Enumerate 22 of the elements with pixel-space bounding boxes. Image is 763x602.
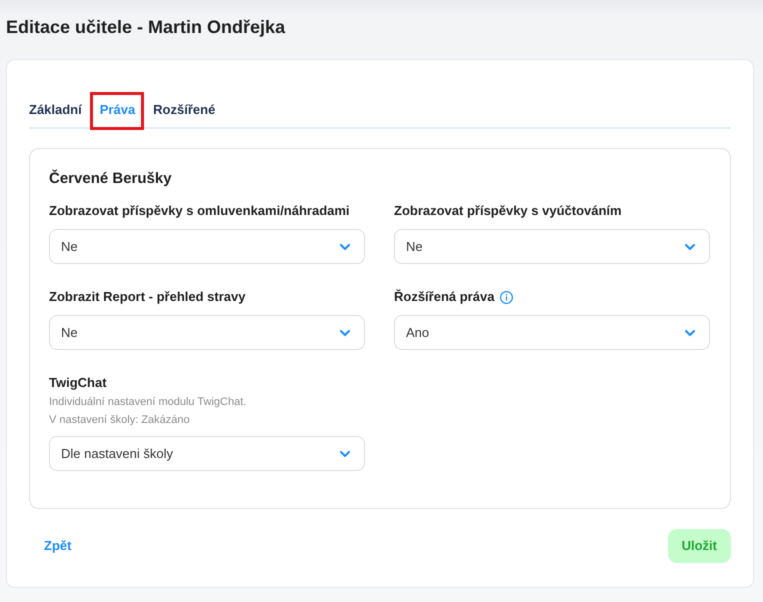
- tab[interactable]: Základní: [29, 102, 82, 118]
- dropdown-select[interactable]: Ano: [394, 315, 710, 350]
- dropdown-select[interactable]: Ne: [49, 229, 365, 264]
- help-text: V nastavení školy: Zakázáno: [49, 413, 190, 428]
- field-label: Zobrazovat příspěvky s omluvenkami/náhradami: [49, 203, 350, 219]
- field-label: Řozšířená práva: [394, 289, 494, 305]
- dropdown-select[interactable]: Dle nastaveni školy: [49, 436, 365, 471]
- chevron-down-icon: [685, 330, 695, 336]
- field-label: Zobrazit Report - přehled stravy: [49, 289, 246, 305]
- chevron-down-icon: [685, 244, 695, 250]
- info-icon[interactable]: [500, 290, 514, 304]
- dropdown-select[interactable]: Ne: [394, 229, 710, 264]
- field-label: Zobrazovat příspěvky s vyúčtováním: [394, 203, 622, 219]
- page-title: Editace učitele - Martin Ondřejka: [6, 16, 286, 39]
- chevron-down-icon: [340, 244, 350, 250]
- chevron-down-icon: [340, 450, 350, 456]
- help-text: Individuální nastavení modulu TwigChat.: [49, 395, 246, 410]
- dropdown-select[interactable]: Ne: [49, 315, 365, 350]
- field-label: TwigChat: [49, 375, 107, 391]
- chevron-down-icon: [340, 330, 350, 336]
- tab[interactable]: Rozšířené: [153, 102, 216, 118]
- section-title: Červené Berušky: [49, 169, 172, 189]
